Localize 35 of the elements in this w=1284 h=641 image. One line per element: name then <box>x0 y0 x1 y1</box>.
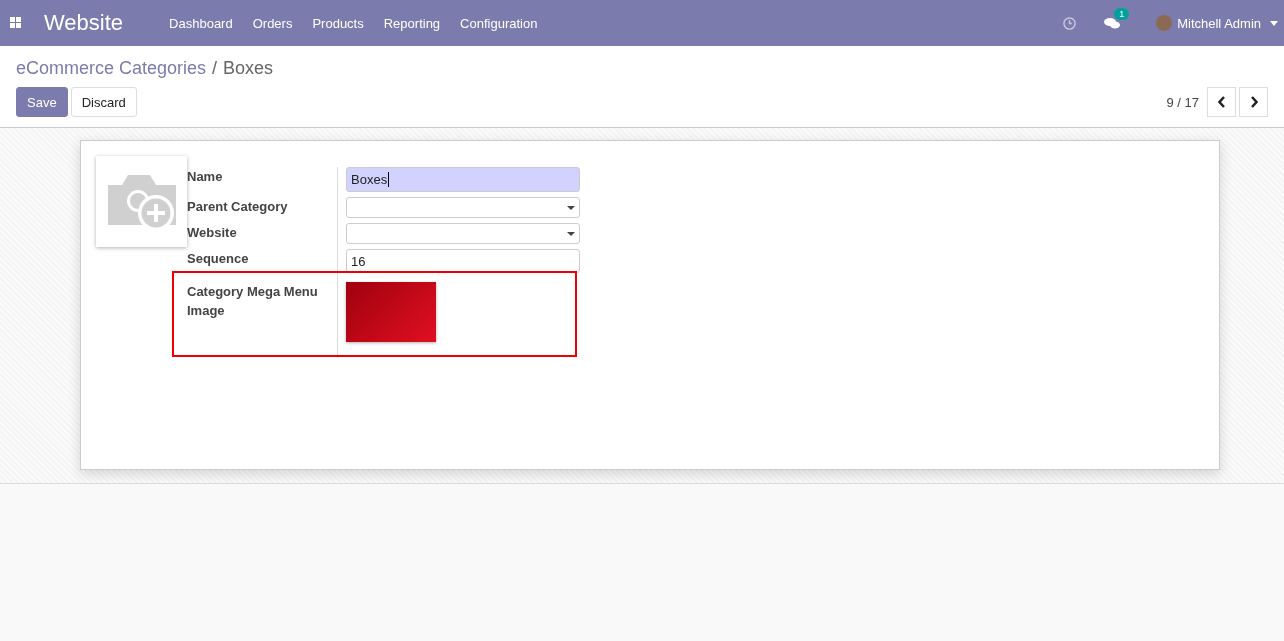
menu-item[interactable]: Orders <box>242 15 303 31</box>
menu-item[interactable]: Products <box>302 15 374 31</box>
clock-icon[interactable] <box>1063 16 1077 30</box>
caret-icon <box>567 205 575 210</box>
select-field[interactable] <box>346 223 580 244</box>
avatar-icon <box>1156 15 1173 31</box>
menu-item[interactable]: Configuration <box>450 15 548 31</box>
input-field[interactable]: 16 <box>346 249 580 273</box>
breadcrumb-current: Boxes <box>223 58 274 79</box>
select-field[interactable] <box>346 197 580 218</box>
caret-icon <box>1270 20 1278 26</box>
menu-item[interactable]: Dashboard <box>159 15 243 31</box>
field-label: Website <box>187 225 237 240</box>
save-button[interactable]: Save <box>16 87 68 117</box>
next-button[interactable] <box>1239 87 1268 117</box>
input-field[interactable]: Boxes <box>346 167 580 192</box>
field-label: Parent Category <box>187 199 288 214</box>
pager-counter: 9 / 17 <box>1166 94 1199 110</box>
menu-item[interactable]: Reporting <box>373 15 451 31</box>
field-label: Category Mega Menu Image <box>187 284 318 318</box>
chevron-right-icon <box>1249 96 1258 108</box>
notification-badge: 1 <box>1114 7 1130 20</box>
chevron-left-icon <box>1217 96 1226 108</box>
user-menu[interactable]: Mitchell Admin <box>1156 15 1278 31</box>
chat-icon[interactable] <box>1104 16 1121 30</box>
previous-button[interactable] <box>1207 87 1236 117</box>
caret-icon <box>567 231 575 236</box>
apps-grid-icon[interactable] <box>10 17 22 29</box>
photo-placeholder[interactable] <box>346 282 436 342</box>
field-label: Name <box>187 169 223 184</box>
field-label: Sequence <box>187 251 249 266</box>
breadcrumb-separator: / <box>212 58 218 79</box>
app-title: Website <box>44 10 124 36</box>
discard-button[interactable]: Discard <box>70 87 137 117</box>
breadcrumb-link[interactable]: eCommerce Categories <box>16 58 207 79</box>
